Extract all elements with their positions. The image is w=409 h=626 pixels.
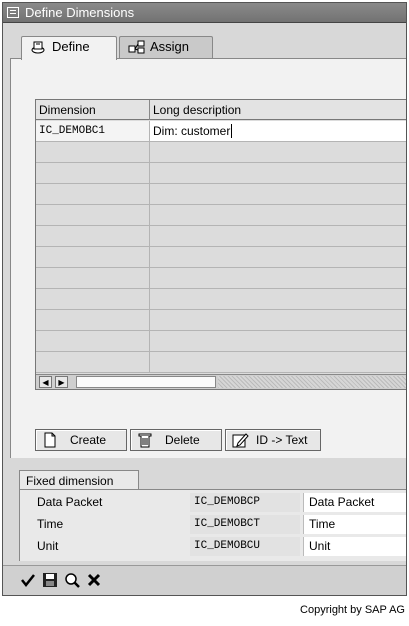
dimension-cell[interactable] — [36, 205, 150, 225]
tab-assign-label: Assign — [150, 39, 190, 54]
fixed-description: Data Packet — [303, 493, 406, 512]
table-row[interactable] — [36, 331, 406, 352]
table-row[interactable] — [36, 226, 406, 247]
table-row[interactable] — [36, 205, 406, 226]
scroll-right-icon[interactable]: ▶ — [55, 376, 68, 388]
dimension-cell[interactable] — [36, 268, 150, 288]
fixed-row-data-packet: Data Packet IC_DEMOBCP Data Packet — [20, 492, 406, 514]
find-icon[interactable] — [63, 572, 81, 590]
fixed-value: IC_DEMOBCP — [190, 493, 300, 512]
table-row[interactable] — [36, 268, 406, 289]
create-icon — [42, 432, 58, 448]
fixed-label: Time — [37, 517, 64, 531]
long-description-cell[interactable]: Dim: customer — [150, 121, 406, 141]
dimension-cell[interactable] — [36, 142, 150, 162]
define-icon — [30, 40, 48, 54]
long-description-cell[interactable] — [150, 226, 406, 246]
table-row[interactable] — [36, 352, 406, 373]
check-icon[interactable] — [19, 572, 37, 590]
fixed-row-time: Time IC_DEMOBCT Time — [20, 514, 406, 536]
edit-icon — [232, 432, 249, 448]
fixed-dimension-title: Fixed dimension — [19, 470, 139, 490]
copyright-text: Copyright by SAP AG — [300, 604, 405, 616]
long-description-cell[interactable] — [150, 352, 406, 372]
scroll-left-icon[interactable]: ◀ — [39, 376, 52, 388]
long-description-cell[interactable] — [150, 268, 406, 288]
text-cursor — [231, 124, 233, 138]
long-description-cell[interactable] — [150, 205, 406, 225]
dimension-cell[interactable] — [36, 310, 150, 330]
fixed-row-unit: Unit IC_DEMOBCU Unit — [20, 536, 406, 558]
long-description-cell[interactable] — [150, 163, 406, 183]
title-bar: Define Dimensions — [3, 3, 406, 23]
long-description-value: Dim: customer — [153, 124, 231, 138]
dimension-cell[interactable] — [36, 289, 150, 309]
table-header: Dimension Long description — [36, 100, 406, 120]
window-icon — [7, 7, 19, 18]
delete-icon — [137, 432, 153, 448]
table-body: IC_DEMOBC1 Dim: customer — [36, 121, 406, 373]
table-row[interactable]: IC_DEMOBC1 Dim: customer — [36, 121, 406, 142]
dialog-toolbar — [3, 565, 406, 595]
fixed-description: Unit — [303, 537, 406, 556]
column-header-dimension[interactable]: Dimension — [36, 100, 150, 120]
dimension-cell[interactable] — [36, 247, 150, 267]
delete-button[interactable]: Delete — [130, 429, 222, 451]
long-description-cell[interactable] — [150, 184, 406, 204]
dimension-cell[interactable] — [36, 352, 150, 372]
table-row[interactable] — [36, 247, 406, 268]
tab-assign[interactable]: Assign — [119, 36, 213, 58]
fixed-value: IC_DEMOBCU — [190, 537, 300, 556]
define-dimensions-dialog: Define Dimensions Define Assign Dimensio… — [2, 2, 407, 596]
dimension-cell[interactable] — [36, 163, 150, 183]
dimension-cell[interactable] — [36, 331, 150, 351]
cancel-icon[interactable] — [85, 572, 103, 590]
long-description-cell[interactable] — [150, 310, 406, 330]
delete-button-label: Delete — [165, 433, 200, 447]
define-panel: Dimension Long description IC_DEMOBC1 Di… — [10, 58, 406, 458]
scroll-track[interactable] — [218, 376, 406, 388]
long-description-cell[interactable] — [150, 331, 406, 351]
long-description-cell[interactable] — [150, 142, 406, 162]
fixed-dimension-group: Data Packet IC_DEMOBCP Data Packet Time … — [19, 489, 406, 561]
dimension-cell[interactable] — [36, 226, 150, 246]
table-row[interactable] — [36, 310, 406, 331]
scroll-thumb[interactable] — [76, 376, 216, 388]
dimension-cell[interactable]: IC_DEMOBC1 — [36, 121, 150, 141]
window-title: Define Dimensions — [25, 5, 135, 20]
table-row[interactable] — [36, 184, 406, 205]
fixed-description: Time — [303, 515, 406, 534]
tab-define-label: Define — [52, 39, 90, 54]
id-to-text-button[interactable]: ID -> Text — [225, 429, 321, 451]
long-description-cell[interactable] — [150, 289, 406, 309]
assign-icon — [128, 40, 146, 54]
fixed-label: Data Packet — [37, 495, 103, 509]
horizontal-scrollbar[interactable]: ◀ ▶ — [36, 374, 406, 389]
table-row[interactable] — [36, 163, 406, 184]
save-icon[interactable] — [41, 572, 59, 590]
tab-define[interactable]: Define — [21, 36, 117, 60]
dimensions-table: Dimension Long description IC_DEMOBC1 Di… — [35, 99, 406, 390]
create-button-label: Create — [70, 433, 107, 447]
fixed-value: IC_DEMOBCT — [190, 515, 300, 534]
long-description-cell[interactable] — [150, 247, 406, 267]
dimension-cell[interactable] — [36, 184, 150, 204]
create-button[interactable]: Create — [35, 429, 127, 451]
table-row[interactable] — [36, 142, 406, 163]
fixed-label: Unit — [37, 539, 59, 553]
table-row[interactable] — [36, 289, 406, 310]
id-to-text-button-label: ID -> Text — [256, 433, 308, 447]
column-header-long-description[interactable]: Long description — [150, 100, 406, 120]
